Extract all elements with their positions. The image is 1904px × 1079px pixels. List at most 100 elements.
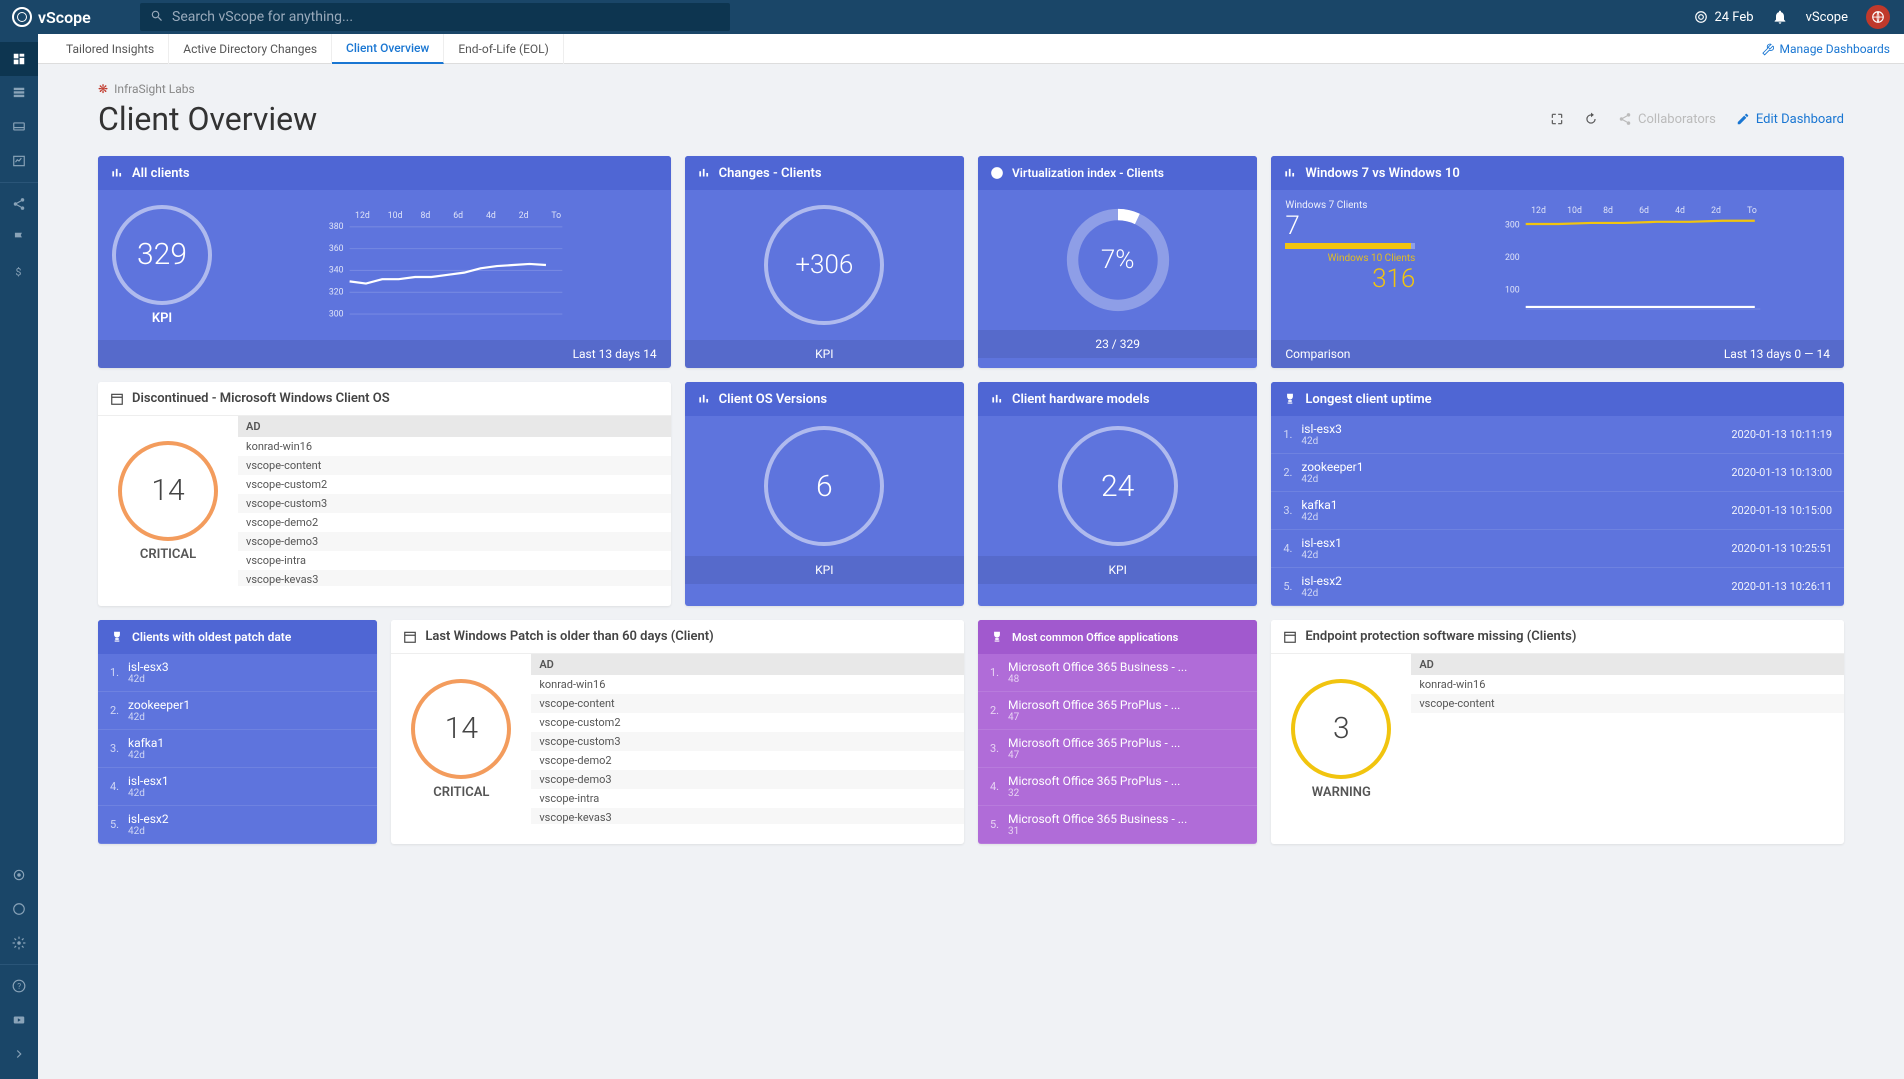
card-changes[interactable]: Changes - Clients +306 KPI [685, 156, 964, 368]
date-indicator[interactable]: 24 Feb [1694, 10, 1753, 25]
sidebar-globe[interactable] [0, 892, 38, 926]
list-item[interactable]: 2.zookeeper142d2020-01-13 10:13:00 [1271, 454, 1844, 492]
table-row[interactable]: vscope-demo3 [238, 532, 671, 551]
svg-text:300: 300 [1505, 220, 1520, 230]
manage-dashboards-link[interactable]: Manage Dashboards [1760, 42, 1890, 56]
table-row[interactable]: vscope-intra [238, 551, 671, 570]
table-row[interactable]: vscope-content [531, 694, 964, 713]
trophy-icon [1283, 392, 1297, 406]
sidebar-chart[interactable] [0, 144, 38, 178]
svg-text:10d: 10d [388, 211, 403, 221]
svg-text:320: 320 [329, 287, 344, 297]
sidebar-expand[interactable] [0, 1037, 38, 1071]
pencil-icon [1736, 112, 1750, 126]
card-discontinued[interactable]: Discontinued - Microsoft Windows Client … [98, 382, 671, 606]
table-row[interactable]: vscope-intra [531, 789, 964, 808]
trophy-icon [990, 630, 1004, 644]
kpi-value: 329 [112, 205, 212, 305]
list-item[interactable]: 1.Microsoft Office 365 Business - ...48 [978, 654, 1257, 692]
tab-tailored-insights[interactable]: Tailored Insights [52, 34, 169, 64]
table-row[interactable]: vscope-custom3 [531, 732, 964, 751]
svg-text:300: 300 [329, 309, 344, 319]
bell-icon[interactable] [1772, 9, 1788, 25]
avatar[interactable] [1866, 5, 1890, 29]
table-row[interactable]: vscope-content [1411, 694, 1844, 713]
sidebar-help[interactable]: ? [0, 969, 38, 1003]
table-row[interactable]: vscope-custom3 [238, 494, 671, 513]
tab-active-directory-changes[interactable]: Active Directory Changes [169, 34, 332, 64]
list-item[interactable]: 3.Microsoft Office 365 ProPlus - ...47 [978, 730, 1257, 768]
sidebar-table[interactable] [0, 76, 38, 110]
svg-text:340: 340 [329, 266, 344, 276]
page-title: Client Overview [98, 100, 317, 138]
topbar-right: 24 Feb vScope [1694, 5, 1904, 29]
card-uptime[interactable]: Longest client uptime 1.isl-esx342d2020-… [1271, 382, 1844, 606]
card-office[interactable]: Most common Office applications 1.Micros… [978, 620, 1257, 844]
list-item[interactable]: 5.Microsoft Office 365 Business - ...31 [978, 806, 1257, 844]
list-item[interactable]: 3.kafka142d [98, 730, 377, 768]
dashboard-grid: All clients 329 KPI 12d10d8d6d4d2dTo 380… [98, 156, 1844, 844]
list-item[interactable]: 1.isl-esx342d2020-01-13 10:11:19 [1271, 416, 1844, 454]
sidebar-video[interactable] [0, 1003, 38, 1037]
svg-text:100: 100 [1505, 286, 1520, 296]
card-win-comparison[interactable]: Windows 7 vs Windows 10 Windows 7 Client… [1271, 156, 1844, 368]
card-all-clients[interactable]: All clients 329 KPI 12d10d8d6d4d2dTo 380… [98, 156, 671, 368]
svg-text:?: ? [17, 981, 21, 991]
search-box[interactable] [140, 3, 730, 31]
table-row[interactable]: konrad-win16 [1411, 675, 1844, 694]
table-row[interactable]: vscope-kevas3 [238, 570, 671, 586]
svg-text:$: $ [16, 266, 22, 279]
table-row[interactable]: vscope-custom2 [238, 475, 671, 494]
card-endpoint[interactable]: Endpoint protection software missing (Cl… [1271, 620, 1844, 844]
sidebar-display[interactable] [0, 110, 38, 144]
sidebar-dollar[interactable]: $ [0, 255, 38, 289]
card-oldest-patch[interactable]: Clients with oldest patch date 1.isl-esx… [98, 620, 377, 844]
svg-text:10d: 10d [1567, 206, 1582, 216]
svg-text:6d: 6d [453, 211, 463, 221]
list-item[interactable]: 4.Microsoft Office 365 ProPlus - ...32 [978, 768, 1257, 806]
card-patch-60[interactable]: Last Windows Patch is older than 60 days… [391, 620, 964, 844]
table-row[interactable]: vscope-custom2 [531, 713, 964, 732]
edit-dashboard-button[interactable]: Edit Dashboard [1736, 112, 1844, 127]
refresh-button[interactable] [1584, 112, 1598, 126]
bar-chart-icon [697, 392, 711, 406]
table-row[interactable]: konrad-win16 [531, 675, 964, 694]
user-name[interactable]: vScope [1806, 10, 1848, 25]
svg-text:360: 360 [329, 244, 344, 254]
list-item[interactable]: 4.isl-esx142d2020-01-13 10:25:51 [1271, 530, 1844, 568]
fullscreen-button[interactable] [1550, 112, 1564, 126]
tab-client-overview[interactable]: Client Overview [332, 34, 444, 64]
list-item[interactable]: 5.isl-esx242d2020-01-13 10:26:11 [1271, 568, 1844, 606]
list-item[interactable]: 3.kafka142d2020-01-13 10:15:00 [1271, 492, 1844, 530]
card-virtualization[interactable]: Virtualization index - Clients 7% 23 / 3… [978, 156, 1257, 368]
table-row[interactable]: vscope-demo2 [531, 751, 964, 770]
logo[interactable]: vScope [0, 7, 140, 27]
card-hw-models[interactable]: Client hardware models 24 KPI [978, 382, 1257, 606]
donut-chart: 7% [1058, 200, 1178, 320]
list-item[interactable]: 2.zookeeper142d [98, 692, 377, 730]
collaborators-button[interactable]: Collaborators [1618, 112, 1716, 127]
sidebar-settings[interactable] [0, 926, 38, 960]
bar-chart-icon [1283, 166, 1297, 180]
svg-text:To: To [551, 211, 561, 221]
sidebar-share[interactable] [0, 187, 38, 221]
calendar-icon [110, 392, 124, 406]
sidebar-dashboard[interactable] [0, 42, 38, 76]
card-os-versions[interactable]: Client OS Versions 6 KPI [685, 382, 964, 606]
sidebar-flag[interactable] [0, 221, 38, 255]
sidebar-target[interactable] [0, 858, 38, 892]
table-row[interactable]: vscope-kevas3 [531, 808, 964, 824]
tab-end-of-life-eol-[interactable]: End-of-Life (EOL) [444, 34, 563, 64]
list-item[interactable]: 2.Microsoft Office 365 ProPlus - ...47 [978, 692, 1257, 730]
list-item[interactable]: 1.isl-esx342d [98, 654, 377, 692]
breadcrumb[interactable]: ❋ InfraSight Labs [98, 82, 1844, 96]
list-item[interactable]: 5.isl-esx242d [98, 806, 377, 844]
globe-icon [12, 7, 32, 27]
calendar-icon [403, 630, 417, 644]
table-row[interactable]: vscope-demo2 [238, 513, 671, 532]
table-row[interactable]: konrad-win16 [238, 437, 671, 456]
table-row[interactable]: vscope-content [238, 456, 671, 475]
search-input[interactable] [172, 9, 720, 25]
table-row[interactable]: vscope-demo3 [531, 770, 964, 789]
list-item[interactable]: 4.isl-esx142d [98, 768, 377, 806]
